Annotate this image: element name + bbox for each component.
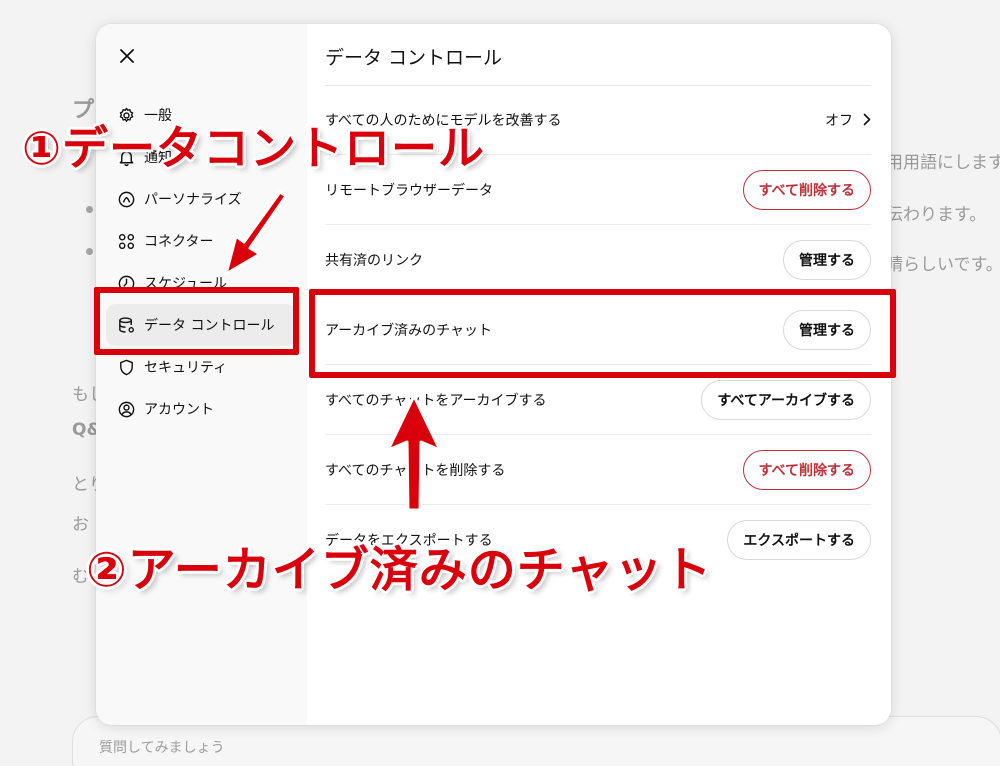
setting-value: オフ [825,112,853,129]
account-icon [116,399,136,419]
setting-row-archive-all: すべてのチャットをアーカイブする すべてアーカイブする [325,365,871,435]
manage-archived-chats-button[interactable]: 管理する [783,309,871,350]
setting-label: 共有済のリンク [325,252,423,269]
bg-bullet [86,206,93,213]
improve-model-toggle[interactable]: オフ [825,110,871,130]
shield-icon [116,357,136,377]
sidebar-item-account[interactable]: アカウント [106,388,296,430]
annotation-label-1: ①データコントロール [22,121,485,175]
sidebar-item-security[interactable]: セキュリティ [106,346,296,388]
setting-label: すべてのチャットを削除する [325,462,506,479]
setting-label: すべてのチャットをアーカイブする [325,392,547,409]
setting-row-delete-all: すべてのチャットを削除する すべて削除する [325,435,871,505]
bg-fragment: 用用語にします [886,153,1000,173]
chevron-right-icon [863,113,871,126]
setting-row-archived-chats: アーカイブ済みのチャット 管理する [325,295,871,365]
chat-input-placeholder: 質問してみましょう [99,740,225,756]
personalize-icon [116,189,136,209]
sidebar-item-data-controls[interactable]: データ コントロール [106,304,296,346]
delete-all-chats-button[interactable]: すべて削除する [742,449,871,490]
sidebar-item-label: データ コントロール [144,318,275,334]
setting-label: アーカイブ済みのチャット [325,322,493,339]
bg-bullet [86,248,93,255]
database-icon [116,315,136,335]
sidebar-item-label: アカウント [144,402,214,418]
archive-all-button[interactable]: すべてアーカイブする [701,379,871,420]
close-icon [120,49,134,63]
manage-shared-links-button[interactable]: 管理する [783,239,871,280]
sidebar-item-connectors[interactable]: コネクター [106,220,296,262]
sidebar-item-label: パーソナライズ [144,192,242,208]
sidebar-item-personalize[interactable]: パーソナライズ [106,178,296,220]
annotation-label-2: ②アーカイブ済みのチャット [86,542,713,598]
page-title: データ コントロール [325,47,503,69]
delete-remote-browser-data-button[interactable]: すべて削除する [742,169,871,210]
sidebar-item-label: スケジュール [144,276,228,292]
bg-fragment: 晴らしいです。 [886,255,1000,275]
clock-icon [116,273,136,293]
setting-row-shared-links: 共有済のリンク 管理する [325,225,871,295]
export-data-button[interactable]: エクスポートする [727,520,871,560]
bg-fragment: 伝わります。 [886,205,987,225]
close-button[interactable] [114,43,140,69]
sidebar-item-label: セキュリティ [144,360,228,376]
sidebar-item-label: コネクター [144,234,214,250]
connector-icon [116,231,136,251]
sidebar-item-schedule[interactable]: スケジュール [106,262,296,304]
setting-label: リモートブラウザーデータ [325,182,493,199]
